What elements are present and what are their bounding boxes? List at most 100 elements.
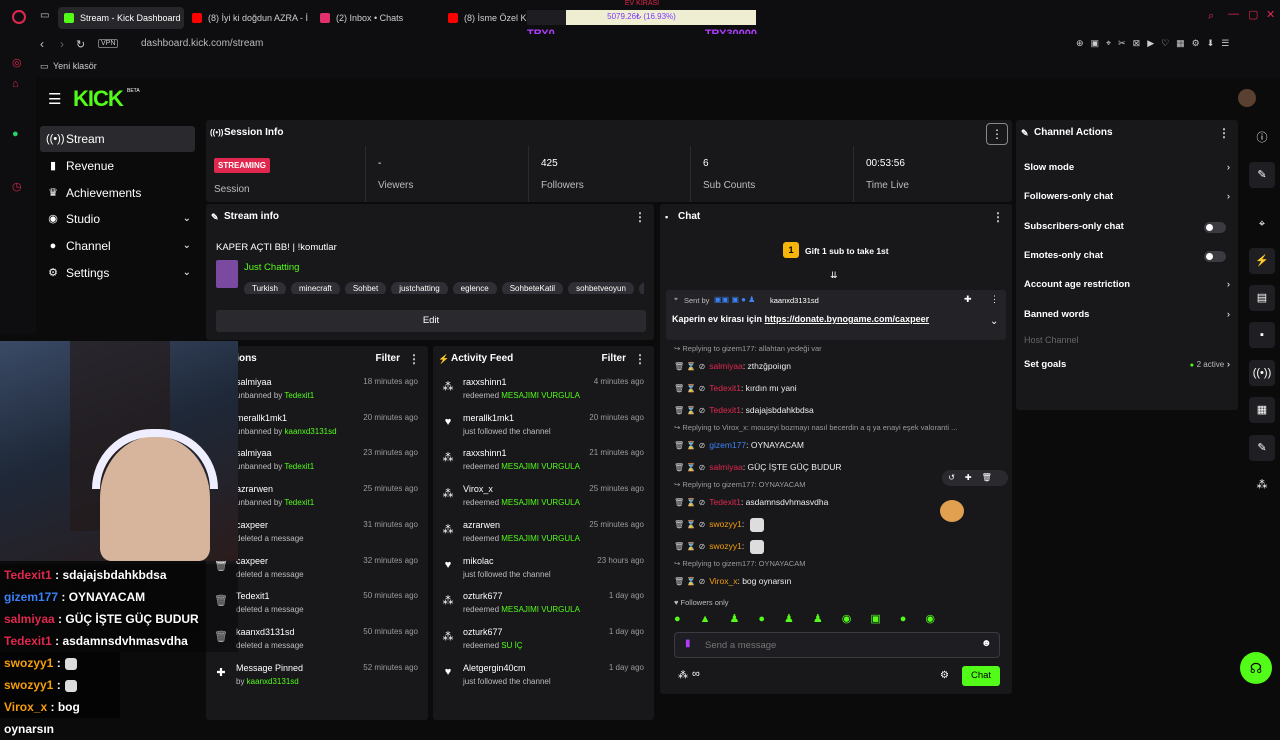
emoji-icon[interactable]: ☻ bbox=[981, 638, 992, 649]
sidebar-item-achievements[interactable]: ♛ Achievements bbox=[40, 180, 195, 206]
pinned-link[interactable]: https://donate.bynogame.com/caxpeer bbox=[765, 314, 930, 324]
edit-icon[interactable]: ✎ bbox=[1249, 162, 1275, 188]
sidebar-item-revenue[interactable]: ▮ Revenue bbox=[40, 153, 195, 179]
unpin-icon[interactable]: ✚ bbox=[964, 294, 972, 305]
back-icon[interactable]: ‹ bbox=[40, 37, 44, 51]
tag[interactable]: minecraft bbox=[290, 282, 340, 294]
community-icon[interactable]: ⁂ bbox=[678, 670, 688, 681]
community-icon[interactable]: ⁂ bbox=[1249, 472, 1275, 498]
tab-instagram[interactable]: (2) Inbox • Chats bbox=[314, 7, 440, 29]
tools-icon[interactable]: ▦ bbox=[1249, 397, 1275, 423]
action-slow-mode[interactable]: Slow mode › bbox=[1024, 157, 1230, 179]
chat-bubble-icon[interactable]: ▪ bbox=[1249, 322, 1275, 348]
history-icon[interactable]: ◷ bbox=[12, 180, 22, 193]
chat-username[interactable]: salmiyaa bbox=[709, 462, 743, 472]
pinned-menu-icon[interactable]: ⋮ bbox=[990, 294, 999, 305]
whatsapp-icon[interactable]: ● bbox=[12, 128, 19, 140]
chat-message[interactable]: 🗑 ⌛ ⊘ Tedexit1: kırdın mı yani bbox=[674, 379, 797, 397]
action-emotes-only[interactable]: Emotes-only chat bbox=[1024, 245, 1230, 267]
chat-message[interactable]: 🗑 ⌛ ⊘ swozyy1: bbox=[674, 515, 764, 533]
mod-tools-icon[interactable]: 🗑 ⌛ ⊘ bbox=[674, 463, 705, 472]
tag[interactable]: justchatting bbox=[391, 282, 448, 294]
mod-tools-icon[interactable]: 🗑 ⌛ ⊘ bbox=[674, 362, 705, 371]
category-link[interactable]: Just Chatting bbox=[244, 262, 299, 273]
support-headset-icon[interactable]: ☊ bbox=[1240, 652, 1272, 684]
bolt-icon[interactable]: ⚡ bbox=[1249, 248, 1275, 274]
mod-action-row[interactable]: merallk1mk1 unbanned by kaanxd3131sd 20 mi… bbox=[206, 408, 428, 444]
microphone-icon[interactable]: ▮ bbox=[685, 638, 691, 649]
minimize-icon[interactable]: — bbox=[1228, 8, 1239, 20]
activity-row[interactable]: ⁂ azrarwen redeemed MESAJIMI VURGULA 25 min… bbox=[433, 515, 654, 551]
mod-tools-icon[interactable]: 🗑 ⌛ ⊘ bbox=[674, 498, 705, 507]
activity-row[interactable]: ⁂ raxxshinn1 redeemed MESAJIMI VURGULA 21 m… bbox=[433, 443, 654, 479]
activity-row[interactable]: ⁂ ozturk677 redeemed SU İÇ 1 day ago bbox=[433, 622, 654, 658]
mod-actions-menu-icon[interactable]: ⋮ bbox=[408, 346, 420, 372]
chat-input[interactable] bbox=[705, 637, 975, 653]
tab-menu-icon[interactable]: ▭ bbox=[40, 10, 49, 21]
gear-icon[interactable]: ⚙ bbox=[940, 670, 949, 681]
url-field[interactable]: dashboard.kick.com/stream bbox=[141, 38, 263, 49]
wrench-icon[interactable]: ✎ bbox=[1249, 435, 1275, 461]
chat-message[interactable]: 🗑 ⌛ ⊘ salmiyaa: GÜÇ İŞTE GÜÇ BUDUR bbox=[674, 458, 842, 476]
chat-message[interactable]: 🗑 ⌛ ⊘ swozyy1: bbox=[674, 537, 764, 555]
chat-message[interactable]: 🗑 ⌛ ⊘ Tedexit1: asdamnsdvhmasvdha bbox=[674, 493, 828, 511]
mod-tools-icon[interactable]: 🗑 ⌛ ⊘ bbox=[674, 441, 705, 450]
mod-action-row[interactable]: salmiyaa unbanned by Tedexit1 23 minutes a… bbox=[206, 443, 428, 479]
chevron-down-icon[interactable]: ⌄ bbox=[990, 316, 998, 327]
action-banned-words[interactable]: Banned words › bbox=[1024, 304, 1230, 326]
activity-row[interactable]: ♥ mikolac just followed the channel 23 hour… bbox=[433, 551, 654, 587]
sidebar-item-studio[interactable]: ◉ Studio ⌄ bbox=[40, 206, 195, 232]
action-account-age[interactable]: Account age restriction › bbox=[1024, 274, 1230, 296]
tag[interactable]: sohbetveoyun bbox=[568, 282, 634, 294]
mod-action-row[interactable]: salmiyaa unbanned by Tedexit1 18 minutes a… bbox=[206, 372, 428, 408]
bookmark-folder[interactable]: Yeni klasör bbox=[53, 61, 97, 71]
tag[interactable]: Turkish bbox=[244, 282, 286, 294]
mod-tools-icon[interactable]: 🗑 ⌛ ⊘ bbox=[674, 542, 705, 551]
sidebar-item-channel[interactable]: ● Channel ⌄ bbox=[40, 233, 195, 259]
mod-action-by[interactable]: kaanxd3131sd bbox=[247, 677, 299, 686]
chat-username[interactable]: Virox_x bbox=[709, 576, 737, 586]
action-followers-only[interactable]: Followers-only chat › bbox=[1024, 186, 1230, 208]
vpn-badge[interactable]: VPN bbox=[98, 39, 119, 48]
tag[interactable]: SohbeteKatil bbox=[501, 282, 564, 294]
channel-actions-menu-icon[interactable]: ⋮ bbox=[1218, 120, 1230, 146]
tab-youtube-2[interactable]: (8) İsme Özel Kor bbox=[442, 7, 532, 29]
mod-filter-button[interactable]: Filter bbox=[376, 346, 400, 372]
chat-message[interactable]: 🗑 ⌛ ⊘ salmiyaa: zthzğpoiıgn bbox=[674, 357, 791, 375]
broadcast-icon[interactable]: ((•)) bbox=[1249, 360, 1275, 386]
mod-action-by[interactable]: Tedexit1 bbox=[284, 498, 314, 507]
chat-username[interactable]: gizem177 bbox=[709, 440, 746, 450]
search-icon[interactable]: ⌕ bbox=[1208, 10, 1214, 23]
tab-youtube-1[interactable]: (8) İyi ki doğdun AZRA - İ bbox=[186, 7, 312, 29]
document-icon[interactable]: ▤ bbox=[1249, 285, 1275, 311]
mod-action-by[interactable]: Tedexit1 bbox=[284, 391, 314, 400]
gift-sub-button[interactable]: Gift 1 sub to take 1st bbox=[805, 246, 889, 256]
opera-logo-icon[interactable] bbox=[12, 10, 26, 24]
mod-action-by[interactable]: kaanxd3131sd bbox=[285, 427, 337, 436]
emotes-only-toggle[interactable] bbox=[1204, 251, 1226, 262]
activity-row[interactable]: ♥ merallk1mk1 just followed the channel 20 … bbox=[433, 408, 654, 444]
mod-tools-icon[interactable]: 🗑 ⌛ ⊘ bbox=[674, 520, 705, 529]
chat-username[interactable]: swozyy1 bbox=[709, 541, 742, 551]
edit-button[interactable]: Edit bbox=[216, 310, 646, 332]
mod-action-by[interactable]: Tedexit1 bbox=[284, 462, 314, 471]
shop-icon[interactable]: ⌂ bbox=[12, 78, 19, 90]
action-subscribers-only[interactable]: Subscribers-only chat bbox=[1024, 216, 1230, 238]
mod-tools-icon[interactable]: 🗑 ⌛ ⊘ bbox=[674, 384, 705, 393]
activity-row[interactable]: ⁂ Virox_x redeemed MESAJIMI VURGULA 25 minu… bbox=[433, 479, 654, 515]
chat-username[interactable]: salmiyaa bbox=[709, 361, 743, 371]
avatar[interactable] bbox=[1238, 89, 1256, 107]
scroll-down-icon[interactable]: ⇊ bbox=[830, 270, 838, 281]
chat-send-button[interactable]: Chat bbox=[962, 666, 1000, 686]
sidebar-item-settings[interactable]: ⚙ Settings ⌄ bbox=[40, 260, 195, 286]
mod-action-row[interactable]: azrarwen unbanned by Tedexit1 25 minutes a… bbox=[206, 479, 428, 515]
session-menu-button[interactable]: ⋮ bbox=[986, 123, 1008, 145]
activity-row[interactable]: ⁂ ozturk677 redeemed MESAJIMI VURGULA 1 day… bbox=[433, 586, 654, 622]
activity-filter-button[interactable]: Filter bbox=[602, 346, 626, 372]
chat-username[interactable]: Tedexit1 bbox=[709, 497, 741, 507]
subscribers-only-toggle[interactable] bbox=[1204, 222, 1226, 233]
kick-logo[interactable]: KICK bbox=[73, 86, 124, 112]
info-icon[interactable]: ⓘ bbox=[1249, 125, 1275, 151]
chat-menu-icon[interactable]: ⋮ bbox=[992, 204, 1004, 230]
activity-menu-icon[interactable]: ⋮ bbox=[634, 346, 646, 372]
